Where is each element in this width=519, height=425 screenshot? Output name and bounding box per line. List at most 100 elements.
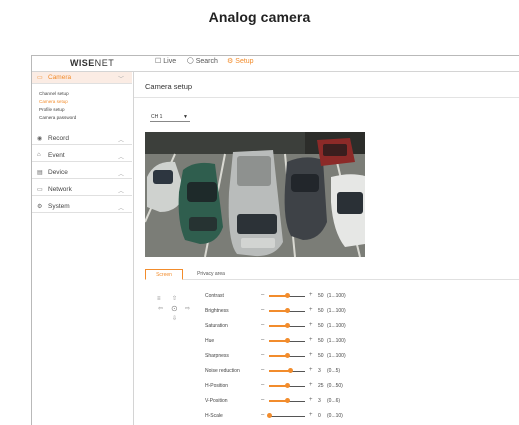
sidebar-item-profile-setup[interactable]: Profile setup xyxy=(39,107,65,112)
setting-row: Contrast – +50 (1...100) xyxy=(205,292,425,301)
tab-privacy-area[interactable]: Privacy area xyxy=(189,269,233,279)
increase-button[interactable]: + xyxy=(309,322,313,328)
decrease-button[interactable]: – xyxy=(261,397,264,403)
chevron-up-icon: ︿ xyxy=(117,155,124,161)
gear-icon: ⚙ xyxy=(227,58,234,65)
setting-row: H-Scale – +0 (0...10) xyxy=(205,412,425,421)
nav-search[interactable]: ◯ Search xyxy=(187,58,218,65)
setting-value: 50 xyxy=(318,353,324,359)
arrow-right-icon[interactable]: ⇨ xyxy=(185,306,190,312)
nav-live[interactable]: ☐ Live xyxy=(155,58,176,65)
setting-row: Brightness – +50 (1...100) xyxy=(205,307,425,316)
menu-icon[interactable]: ≡ xyxy=(157,296,161,302)
sidebar-section-label: System xyxy=(48,203,70,210)
setting-range: (1...100) xyxy=(327,293,346,299)
setting-value: 50 xyxy=(318,308,324,314)
increase-button[interactable]: + xyxy=(309,367,313,373)
sidebar-section-record[interactable]: ◉ Record ︿ xyxy=(32,133,132,145)
setting-value: 25 xyxy=(318,383,324,389)
sidebar-item-camera-password[interactable]: Camera password xyxy=(39,115,76,120)
chevron-up-icon: ︿ xyxy=(117,138,124,144)
slider-handle[interactable] xyxy=(284,398,290,403)
increase-button[interactable]: + xyxy=(309,412,313,418)
arrow-left-icon[interactable]: ⇦ xyxy=(158,306,163,312)
decrease-button[interactable]: – xyxy=(261,352,264,358)
setting-range: (0...5) xyxy=(327,368,341,374)
increase-button[interactable]: + xyxy=(309,307,313,313)
slider-handle[interactable] xyxy=(288,368,294,373)
sidebar-section-camera[interactable]: ▭ Camera ﹀ xyxy=(32,72,132,84)
setting-label: H-Scale xyxy=(205,413,223,419)
sidebar-section-label: Record xyxy=(48,135,69,142)
sidebar-item-camera-setup[interactable]: Camera setup xyxy=(39,99,68,104)
increase-button[interactable]: + xyxy=(309,337,313,343)
arrow-down-icon[interactable]: ⇩ xyxy=(172,316,177,322)
setting-row: Sharpness – +50 (1...100) xyxy=(205,352,425,361)
app-window: WISENET ☐ Live ◯ Search ⚙ Setup ▭ Camera… xyxy=(31,55,519,425)
page-title: Camera setup xyxy=(145,82,193,91)
slider-handle[interactable] xyxy=(284,293,290,298)
camera-icon: ▭ xyxy=(37,75,43,81)
slider-handle[interactable] xyxy=(284,383,290,388)
sidebar-section-device[interactable]: ▤ Device ︿ xyxy=(32,167,132,179)
decrease-button[interactable]: – xyxy=(261,367,264,373)
ptz-control: ≡ ⇧ ⇦ ⊙ ⇨ ⇩ xyxy=(157,293,205,329)
center-icon[interactable]: ⊙ xyxy=(171,305,178,313)
setting-range: (1...100) xyxy=(327,308,346,314)
document-title: Analog camera xyxy=(208,9,311,25)
search-icon: ◯ xyxy=(187,58,194,64)
setting-row: Noise reduction – +3 (0...5) xyxy=(205,367,425,376)
setting-label: Contrast xyxy=(205,293,224,299)
setting-value: 50 xyxy=(318,293,324,299)
nav-live-label: Live xyxy=(163,58,177,65)
increase-button[interactable]: + xyxy=(309,397,313,403)
sidebar-section-label: Device xyxy=(48,169,68,176)
setting-range: (0...10) xyxy=(327,413,343,419)
slider-handle[interactable] xyxy=(284,353,290,358)
increase-button[interactable]: + xyxy=(309,352,313,358)
decrease-button[interactable]: – xyxy=(261,382,264,388)
setting-range: (0...6) xyxy=(327,398,341,404)
tab-screen[interactable]: Screen xyxy=(145,269,183,280)
sidebar: ▭ Camera ﹀ Channel setup Camera setup Pr… xyxy=(32,72,134,425)
channel-select[interactable]: CH 1 ▼ xyxy=(150,113,190,122)
chevron-up-icon: ︿ xyxy=(117,189,124,195)
wisenet-logo: WISENET xyxy=(70,58,115,68)
top-bar: WISENET ☐ Live ◯ Search ⚙ Setup xyxy=(32,56,519,72)
nav-setup[interactable]: ⚙ Setup xyxy=(227,58,254,65)
decrease-button[interactable]: – xyxy=(261,292,264,298)
setting-label: Brightness xyxy=(205,308,229,314)
slider-track[interactable] xyxy=(269,416,305,417)
slider-handle[interactable] xyxy=(284,338,290,343)
slider-handle[interactable] xyxy=(284,323,290,328)
record-icon: ◉ xyxy=(37,136,43,142)
chevron-up-icon: ︿ xyxy=(117,172,124,178)
decrease-button[interactable]: – xyxy=(261,412,264,418)
increase-button[interactable]: + xyxy=(309,382,313,388)
setting-range: (1...100) xyxy=(327,338,346,344)
sidebar-section-network[interactable]: ▭ Network ︿ xyxy=(32,184,132,196)
sidebar-item-channel-setup[interactable]: Channel setup xyxy=(39,91,69,96)
event-icon: ⌂ xyxy=(37,152,41,158)
camera-preview xyxy=(145,132,365,257)
setting-label: Saturation xyxy=(205,323,228,329)
setting-range: (0...50) xyxy=(327,383,343,389)
decrease-button[interactable]: – xyxy=(261,307,264,313)
slider-handle[interactable] xyxy=(266,413,272,418)
setting-row: Hue – +50 (1...100) xyxy=(205,337,425,346)
setting-row: H-Position – +25 (0...50) xyxy=(205,382,425,391)
setting-row: Saturation – +50 (1...100) xyxy=(205,322,425,331)
setting-label: Noise reduction xyxy=(205,368,240,374)
setting-row: V-Position – +3 (0...6) xyxy=(205,397,425,406)
setting-value: 3 xyxy=(318,398,321,404)
channel-select-value: CH 1 xyxy=(151,114,163,120)
arrow-up-icon[interactable]: ⇧ xyxy=(172,296,177,302)
decrease-button[interactable]: – xyxy=(261,322,264,328)
increase-button[interactable]: + xyxy=(309,292,313,298)
setting-range: (1...100) xyxy=(327,353,346,359)
decrease-button[interactable]: – xyxy=(261,337,264,343)
sidebar-section-system[interactable]: ⚙ System ︿ xyxy=(32,201,132,213)
sidebar-section-event[interactable]: ⌂ Event ︿ xyxy=(32,150,132,162)
slider-handle[interactable] xyxy=(284,308,290,313)
nav-setup-label: Setup xyxy=(235,58,254,65)
